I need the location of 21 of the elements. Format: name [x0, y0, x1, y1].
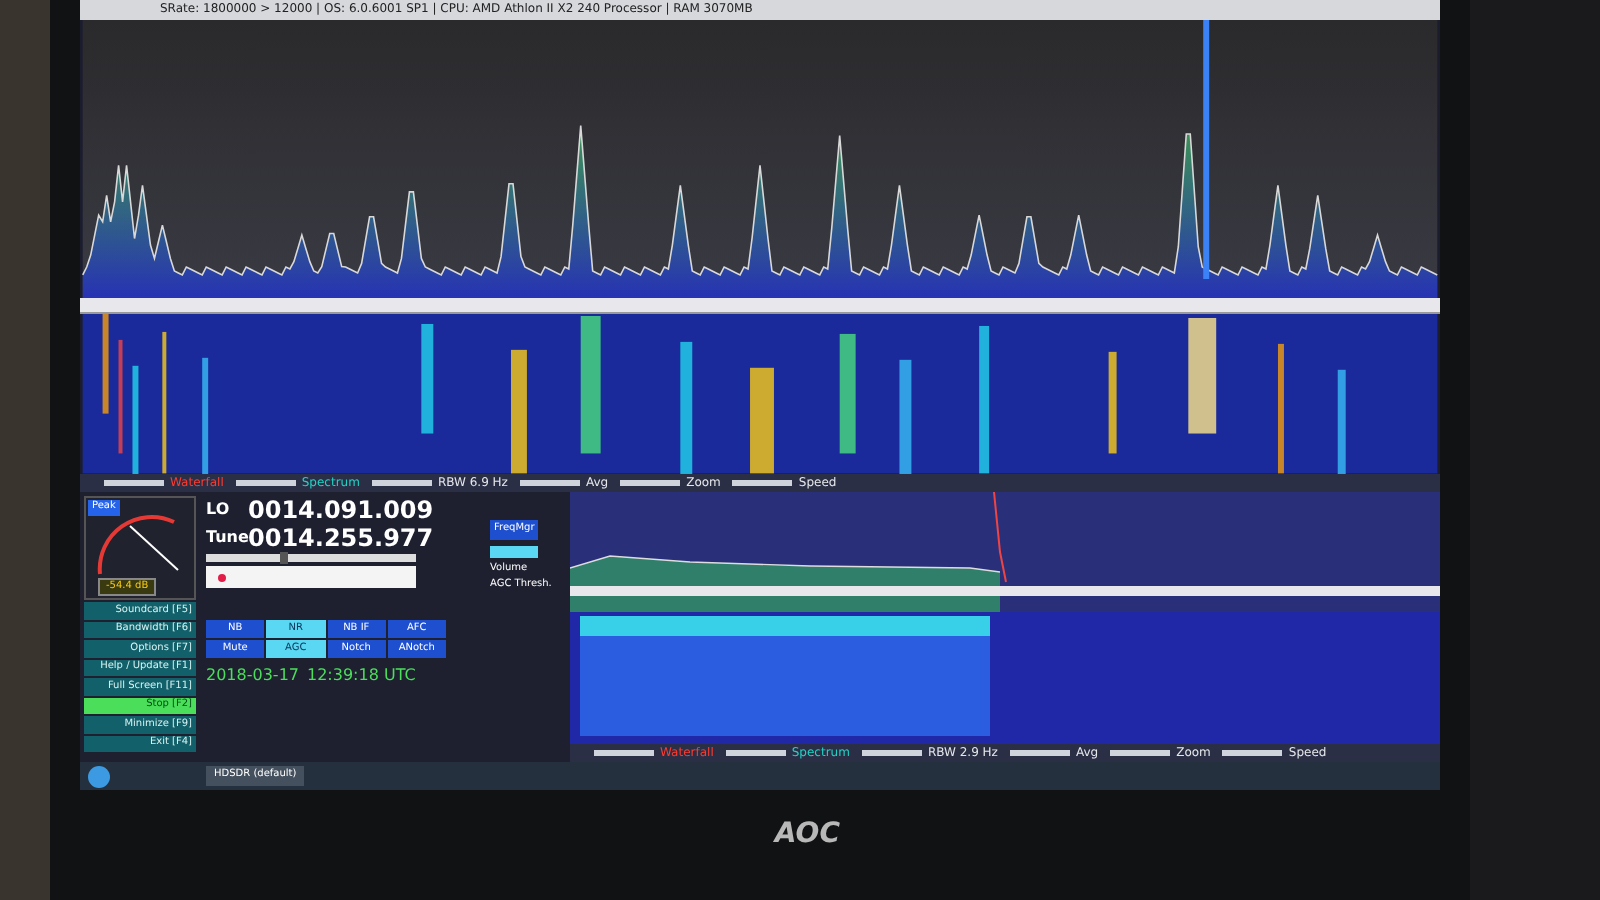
slider-track[interactable] — [235, 480, 296, 487]
slider-track[interactable] — [104, 480, 164, 487]
slider-track[interactable] — [620, 480, 681, 487]
start-orb-icon[interactable] — [88, 765, 110, 788]
slider-track[interactable] — [594, 750, 654, 757]
slider-track[interactable] — [1009, 750, 1070, 757]
time-text: 12:39:18 UTC — [307, 668, 416, 685]
slider-track[interactable] — [371, 480, 432, 487]
frequency-display[interactable]: 0014.255.977 — [248, 526, 434, 551]
slider-track[interactable] — [519, 480, 580, 487]
monitor-logo: AOC — [774, 816, 840, 854]
frequency-label: LO — [206, 502, 232, 519]
slider-thumb[interactable] — [279, 552, 288, 565]
mode-button[interactable] — [490, 545, 538, 558]
slider-track[interactable] — [1222, 750, 1283, 757]
slider-track[interactable] — [725, 750, 786, 757]
slider-track[interactable] — [732, 480, 793, 487]
slider-track[interactable] — [861, 750, 922, 757]
slider-track[interactable] — [1110, 750, 1171, 757]
date-text: 2018-03-17 — [206, 668, 299, 685]
frequency-display[interactable]: 0014.091.009 — [248, 498, 434, 523]
